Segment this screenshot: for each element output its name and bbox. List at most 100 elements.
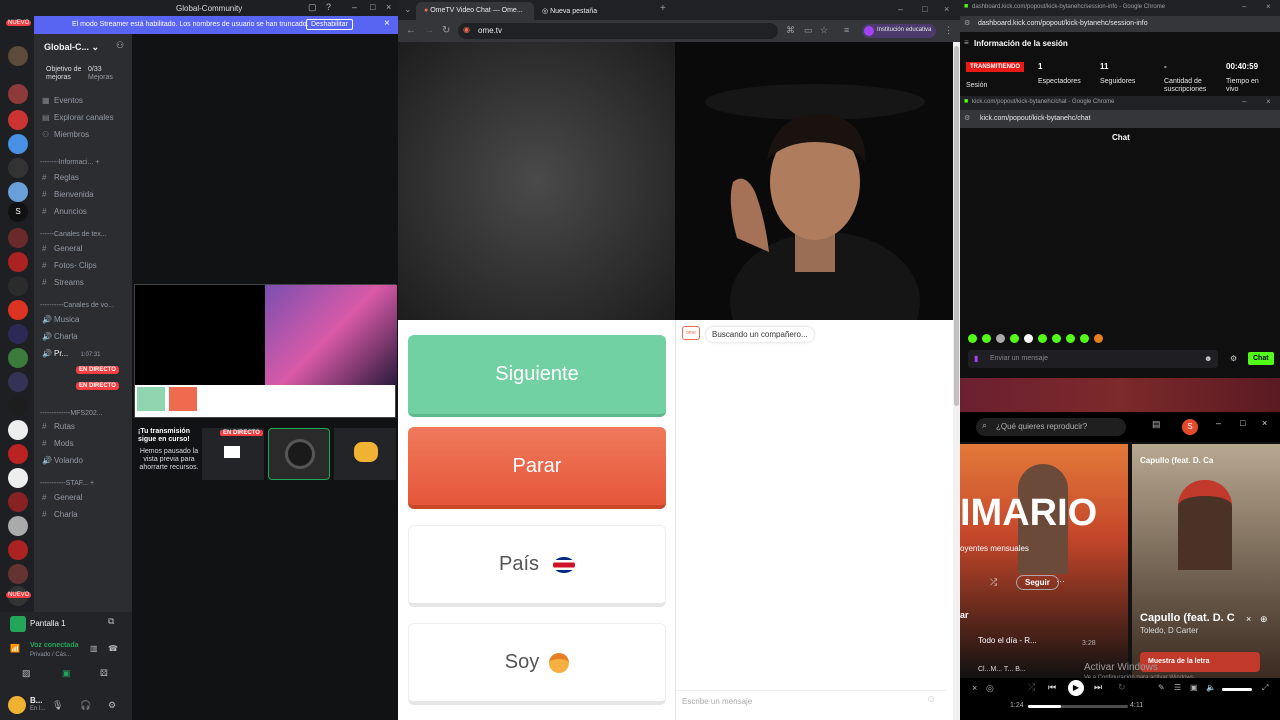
- server-icon[interactable]: [8, 300, 28, 320]
- voice-channel-charla[interactable]: 🔊 Charla: [42, 332, 78, 346]
- emote-icon[interactable]: [1066, 334, 1075, 343]
- repeat-icon[interactable]: ↻: [1118, 682, 1126, 693]
- server-icon[interactable]: S: [8, 202, 28, 222]
- add-icon[interactable]: ⊕: [1260, 614, 1268, 625]
- tab-search-icon[interactable]: ⌄: [404, 4, 412, 15]
- server-icon[interactable]: [8, 540, 28, 560]
- close-icon[interactable]: ×: [1262, 418, 1267, 428]
- back-icon[interactable]: ←: [406, 25, 416, 36]
- emote-icon[interactable]: [1052, 334, 1061, 343]
- channel-rutas[interactable]: # Rutas: [42, 422, 75, 436]
- close-icon[interactable]: ×: [1266, 2, 1271, 11]
- server-icon[interactable]: [8, 324, 28, 344]
- server-icon[interactable]: [8, 84, 28, 104]
- message-input[interactable]: ▮ Enviar un mensaje ☻: [968, 350, 1218, 368]
- close-icon[interactable]: ×: [972, 683, 977, 693]
- server-icon[interactable]: [8, 158, 28, 178]
- minimize-icon[interactable]: –: [1216, 418, 1221, 428]
- forward-icon[interactable]: →: [424, 25, 434, 36]
- channel-anuncios[interactable]: # Anuncios: [42, 207, 87, 221]
- maximize-icon[interactable]: □: [1240, 418, 1245, 428]
- members-link[interactable]: ⚇ Miembros: [42, 130, 89, 144]
- server-icon[interactable]: [8, 182, 28, 202]
- screen-share-button-icon[interactable]: ▣: [62, 668, 71, 679]
- minimize-icon[interactable]: –: [1242, 97, 1246, 106]
- tab-ometv[interactable]: ● OmeTV Video Chat — Ome...: [416, 2, 534, 20]
- voice-tile[interactable]: [268, 428, 330, 480]
- popout-icon[interactable]: ⧉: [108, 616, 114, 627]
- inbox-icon[interactable]: ▢: [308, 2, 317, 13]
- disconnect-icon[interactable]: ☎: [108, 644, 118, 653]
- channel-streams[interactable]: # Streams: [42, 278, 84, 292]
- translate-icon[interactable]: ⌘: [786, 25, 795, 36]
- server-icon[interactable]: [8, 516, 28, 536]
- emote-bar[interactable]: [968, 334, 1108, 344]
- send-chat-button[interactable]: Chat: [1248, 352, 1274, 365]
- site-info-icon[interactable]: ⚙: [964, 114, 970, 122]
- microphone-icon[interactable]: 🎙: [52, 700, 63, 711]
- shuffle-icon[interactable]: ⤮: [990, 577, 997, 588]
- emote-icon[interactable]: [1024, 334, 1033, 343]
- stop-button[interactable]: Parar: [408, 427, 666, 509]
- channel-volando[interactable]: 🔊 Volando: [42, 456, 83, 470]
- minimize-icon[interactable]: –: [352, 2, 357, 12]
- volume-icon[interactable]: 🔈: [1206, 683, 1216, 692]
- site-info-icon[interactable]: ◉: [463, 25, 470, 34]
- server-icon[interactable]: [8, 468, 28, 488]
- noise-icon[interactable]: ▥: [90, 644, 98, 653]
- help-icon[interactable]: ?: [326, 2, 331, 12]
- devices-icon[interactable]: ▣: [1190, 683, 1198, 692]
- channel-general[interactable]: # General: [42, 244, 82, 258]
- voice-channel-live[interactable]: 🔊 Pr... 1:07:31: [42, 349, 101, 363]
- close-icon[interactable]: ×: [1266, 97, 1271, 106]
- voice-tile[interactable]: [334, 428, 396, 480]
- channel-fotos-clips[interactable]: # Fotos- Clips: [42, 261, 97, 275]
- page-scrollbar[interactable]: [953, 42, 960, 720]
- cast-icon[interactable]: ▭: [804, 25, 813, 36]
- lyrics-icon[interactable]: ✎: [1158, 683, 1165, 692]
- next-button[interactable]: Siguiente: [408, 335, 666, 417]
- banner-close-icon[interactable]: ×: [384, 18, 390, 29]
- staff-channel-general[interactable]: # General: [42, 493, 82, 507]
- emote-icon[interactable]: [968, 334, 977, 343]
- lyrics-panel[interactable]: Muestra de la letra: [1140, 652, 1260, 672]
- browse-channels-link[interactable]: ▤ Explorar canales: [42, 113, 114, 127]
- server-icon[interactable]: [8, 348, 28, 368]
- voice-channel-musica[interactable]: 🔊 Musica: [42, 315, 79, 329]
- menu-lines-icon[interactable]: ≡: [844, 25, 849, 35]
- emoji-icon[interactable]: ☻: [1204, 354, 1212, 363]
- camera-off-icon[interactable]: ▨: [22, 668, 31, 679]
- browse-icon[interactable]: ▤: [1152, 419, 1161, 430]
- server-icon[interactable]: [8, 420, 28, 440]
- channel-mods[interactable]: # Mods: [42, 439, 74, 453]
- emote-icon[interactable]: [996, 334, 1005, 343]
- queue-icon[interactable]: ☰: [1174, 683, 1181, 692]
- category-text[interactable]: ------Canales de tex...: [40, 231, 107, 238]
- avatar[interactable]: [8, 696, 26, 714]
- close-icon[interactable]: ×: [386, 2, 391, 12]
- category-voice[interactable]: ----------Canales de vo...: [40, 302, 114, 309]
- server-icon[interactable]: [8, 134, 28, 154]
- emote-icon[interactable]: [1080, 334, 1089, 343]
- stream-preview[interactable]: [134, 284, 397, 418]
- user-avatar[interactable]: S: [1182, 419, 1198, 435]
- server-icon[interactable]: [8, 492, 28, 512]
- server-icon[interactable]: [8, 276, 28, 296]
- events-link[interactable]: ▦ Eventos: [42, 96, 83, 110]
- server-icon[interactable]: [8, 396, 28, 416]
- server-icon[interactable]: [8, 228, 28, 248]
- emote-icon[interactable]: [1010, 334, 1019, 343]
- server-name[interactable]: Global-C... ⌄: [44, 42, 99, 53]
- play-button-icon[interactable]: ▶: [1068, 680, 1084, 696]
- minimize-icon[interactable]: –: [898, 4, 903, 14]
- disable-streamer-button[interactable]: Deshabilitar: [306, 19, 353, 30]
- category-staff[interactable]: -----------STAF... +: [40, 480, 94, 487]
- server-icon[interactable]: [8, 444, 28, 464]
- next-icon[interactable]: ⏭: [1094, 682, 1102, 693]
- server-icon[interactable]: [8, 252, 28, 272]
- category-mfs[interactable]: -------------MFS202...: [40, 410, 103, 417]
- previous-icon[interactable]: ⏮: [1048, 682, 1056, 693]
- site-info-icon[interactable]: ⚙: [964, 19, 970, 27]
- voice-tile[interactable]: EN DIRECTO: [202, 428, 264, 480]
- scrollbar-thumb[interactable]: [954, 46, 959, 406]
